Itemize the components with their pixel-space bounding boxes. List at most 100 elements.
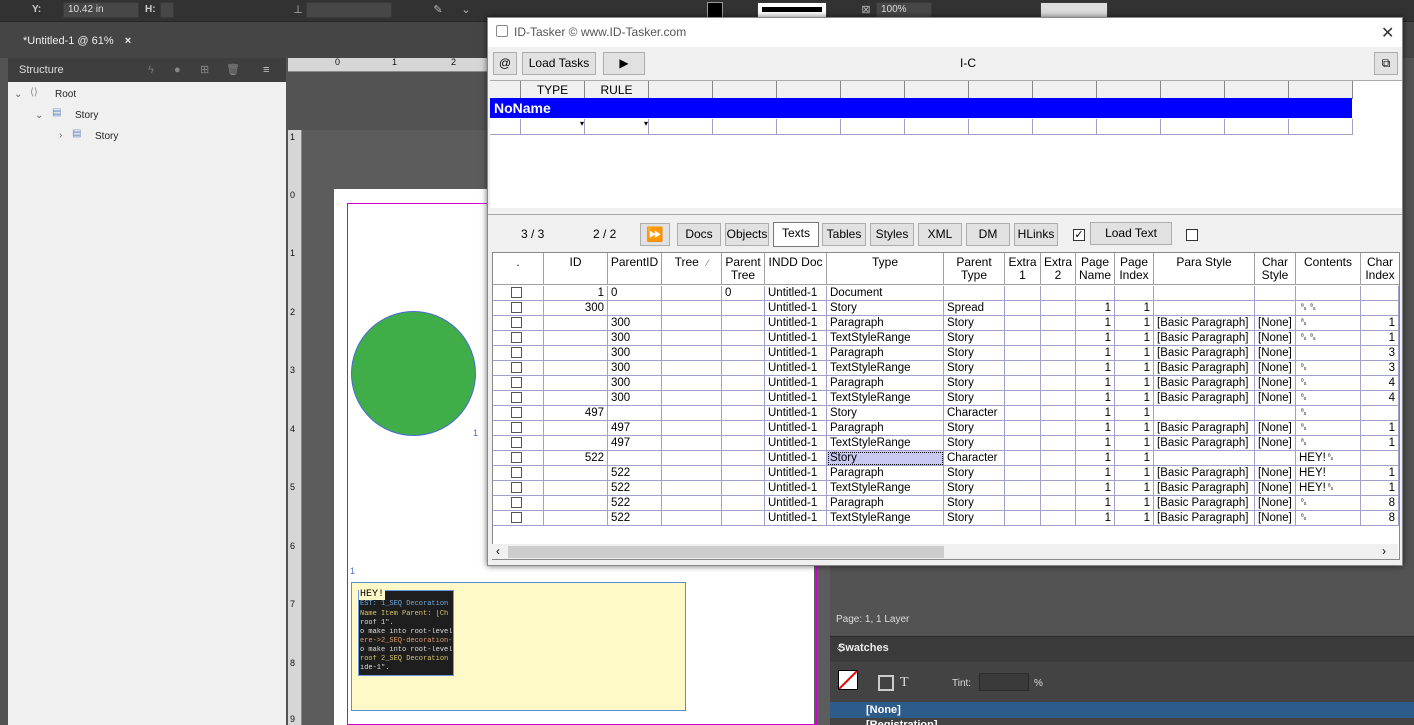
add-icon[interactable]: ⊞ (200, 58, 209, 82)
task-cell[interactable] (1225, 119, 1289, 135)
table-cell[interactable]: Untitled-1 (765, 496, 827, 511)
table-cell[interactable] (1005, 316, 1041, 331)
tab-docs[interactable]: Docs (677, 223, 721, 246)
task-cell[interactable] (490, 119, 521, 135)
table-cell[interactable]: 1 (1076, 346, 1115, 361)
table-cell[interactable]: Paragraph (827, 346, 944, 361)
table-cell[interactable]: 1 (1076, 316, 1115, 331)
table-cell[interactable] (1005, 511, 1041, 526)
table-cell[interactable]: 300 (608, 361, 662, 376)
col-header[interactable]: Char Index (1361, 253, 1399, 285)
table-cell[interactable] (1154, 286, 1255, 301)
row-select-cell[interactable] (493, 391, 544, 406)
table-cell[interactable] (722, 466, 765, 481)
table-cell[interactable]: 300 (544, 301, 608, 316)
table-cell[interactable]: Untitled-1 (765, 481, 827, 496)
row-select-cell[interactable] (493, 346, 544, 361)
swatch-none[interactable]: [None] (830, 702, 1414, 718)
table-cell[interactable] (544, 436, 608, 451)
task-cell[interactable] (1289, 119, 1353, 135)
col-header[interactable]: Page Index (1115, 253, 1154, 285)
col-header[interactable]: Extra 2 (1041, 253, 1076, 285)
table-cell[interactable]: [None] (1255, 391, 1296, 406)
table-cell[interactable]: 1 (1361, 466, 1399, 481)
rule-dropdown[interactable]: ▾ (585, 119, 649, 135)
table-cell[interactable]: [None] (1255, 376, 1296, 391)
table-cell[interactable]: Story (944, 496, 1005, 511)
table-cell[interactable]: Story (944, 421, 1005, 436)
table-cell[interactable]: 1 (1115, 316, 1154, 331)
table-cell[interactable]: 1 (1115, 376, 1154, 391)
row-checkbox[interactable] (511, 512, 522, 523)
row-checkbox[interactable] (511, 482, 522, 493)
load-tasks-button[interactable]: Load Tasks (522, 52, 596, 75)
col-header[interactable]: ID (544, 253, 608, 285)
row-checkbox[interactable] (511, 392, 522, 403)
horizontal-scrollbar[interactable]: ‹ › (492, 544, 1398, 559)
table-cell[interactable]: 1 (1361, 421, 1399, 436)
stroke-weight-field[interactable] (757, 2, 827, 18)
row-select-cell[interactable] (493, 316, 544, 331)
table-cell[interactable]: 1 (1076, 481, 1115, 496)
table-cell[interactable]: Untitled-1 (765, 301, 827, 316)
table-cell[interactable] (1361, 301, 1399, 316)
table-cell[interactable] (1255, 406, 1296, 421)
table-cell[interactable]: TextStyleRange (827, 481, 944, 496)
table-cell[interactable] (544, 346, 608, 361)
table-cell[interactable] (1296, 286, 1361, 301)
table-cell[interactable] (722, 331, 765, 346)
table-cell[interactable]: Story (944, 481, 1005, 496)
y-field[interactable]: 10.42 in (63, 2, 139, 18)
table-cell[interactable] (544, 316, 608, 331)
table-cell[interactable]: HEY!␈ (1296, 481, 1361, 496)
col-header[interactable]: Parent Type (944, 253, 1005, 285)
table-cell[interactable] (1041, 286, 1076, 301)
table-cell[interactable]: 1 (544, 286, 608, 301)
table-cell[interactable] (662, 331, 722, 346)
row-checkbox[interactable] (511, 407, 522, 418)
table-cell[interactable] (662, 436, 722, 451)
table-cell[interactable]: 1 (1115, 361, 1154, 376)
table-cell[interactable] (1041, 406, 1076, 421)
scrollbar-thumb[interactable] (508, 546, 944, 558)
table-cell[interactable]: 1 (1115, 406, 1154, 421)
table-cell[interactable]: Document (827, 286, 944, 301)
table-cell[interactable]: TextStyleRange (827, 436, 944, 451)
style-field[interactable] (1040, 2, 1108, 18)
table-cell[interactable]: 1 (1115, 481, 1154, 496)
col-header[interactable]: Type (827, 253, 944, 285)
zoom-field[interactable]: 100% (876, 2, 932, 18)
table-cell[interactable] (722, 421, 765, 436)
table-cell[interactable]: Untitled-1 (765, 331, 827, 346)
table-cell[interactable] (608, 406, 662, 421)
col-header[interactable]: Char Style (1255, 253, 1296, 285)
table-cell[interactable] (1041, 466, 1076, 481)
table-cell[interactable]: HEY! (1296, 466, 1361, 481)
tree-node-story[interactable]: Story (75, 110, 98, 121)
row-select-cell[interactable] (493, 376, 544, 391)
table-cell[interactable]: Character (944, 451, 1005, 466)
row-select-cell[interactable] (493, 286, 544, 301)
table-cell[interactable]: Paragraph (827, 316, 944, 331)
row-checkbox[interactable] (511, 287, 522, 298)
table-cell[interactable] (662, 511, 722, 526)
table-cell[interactable]: [None] (1255, 421, 1296, 436)
table-cell[interactable]: 1 (1115, 496, 1154, 511)
table-cell[interactable] (1041, 331, 1076, 346)
table-cell[interactable]: 1 (1076, 301, 1115, 316)
table-cell[interactable] (1255, 451, 1296, 466)
table-cell[interactable] (722, 496, 765, 511)
table-cell[interactable] (1041, 421, 1076, 436)
table-cell[interactable] (1154, 406, 1255, 421)
swatches-header[interactable] (830, 636, 1414, 662)
table-cell[interactable] (722, 511, 765, 526)
table-cell[interactable] (662, 406, 722, 421)
row-checkbox[interactable] (511, 437, 522, 448)
table-cell[interactable] (544, 481, 608, 496)
load-text-button[interactable]: Load Text (1090, 222, 1172, 245)
table-cell[interactable] (1005, 361, 1041, 376)
table-cell[interactable]: 1 (1076, 331, 1115, 346)
table-cell[interactable]: ␈ (1296, 436, 1361, 451)
table-cell[interactable]: Untitled-1 (765, 316, 827, 331)
task-cell[interactable] (969, 119, 1033, 135)
